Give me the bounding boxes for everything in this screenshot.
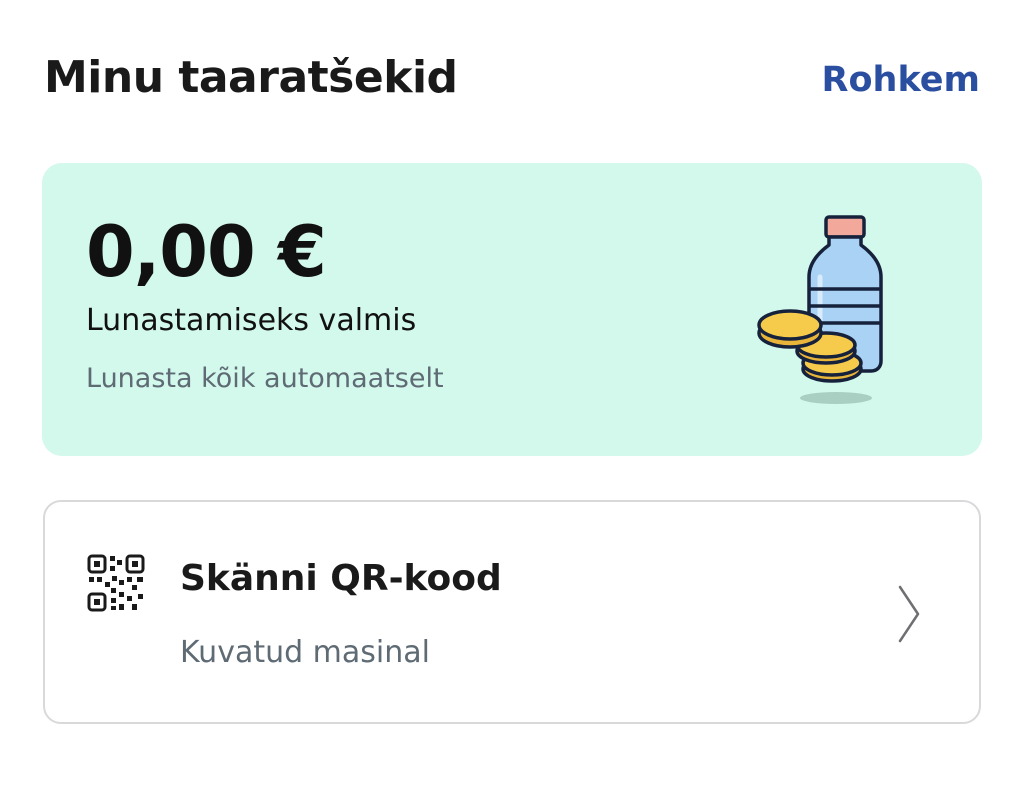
balance-hint: Lunasta kõik automaatselt (86, 363, 444, 394)
header: Minu taaratšekid Rohkem (44, 48, 980, 108)
qr-code-icon (85, 552, 147, 614)
more-link[interactable]: Rohkem (822, 52, 980, 108)
balance-amount: 0,00 € (86, 211, 327, 293)
page-title: Minu taaratšekid (44, 52, 458, 103)
balance-status: Lunastamiseks valmis (86, 303, 417, 338)
scan-qr-card[interactable]: Skänni QR-kood Kuvatud masinal (43, 500, 981, 724)
bottle-and-coins-icon (754, 211, 894, 411)
deposit-balance-card[interactable]: 0,00 € Lunastamiseks valmis Lunasta kõik… (42, 163, 982, 456)
scan-qr-title: Skänni QR-kood (180, 558, 502, 599)
chevron-right-icon (897, 584, 921, 644)
scan-qr-subtitle: Kuvatud masinal (180, 635, 430, 670)
